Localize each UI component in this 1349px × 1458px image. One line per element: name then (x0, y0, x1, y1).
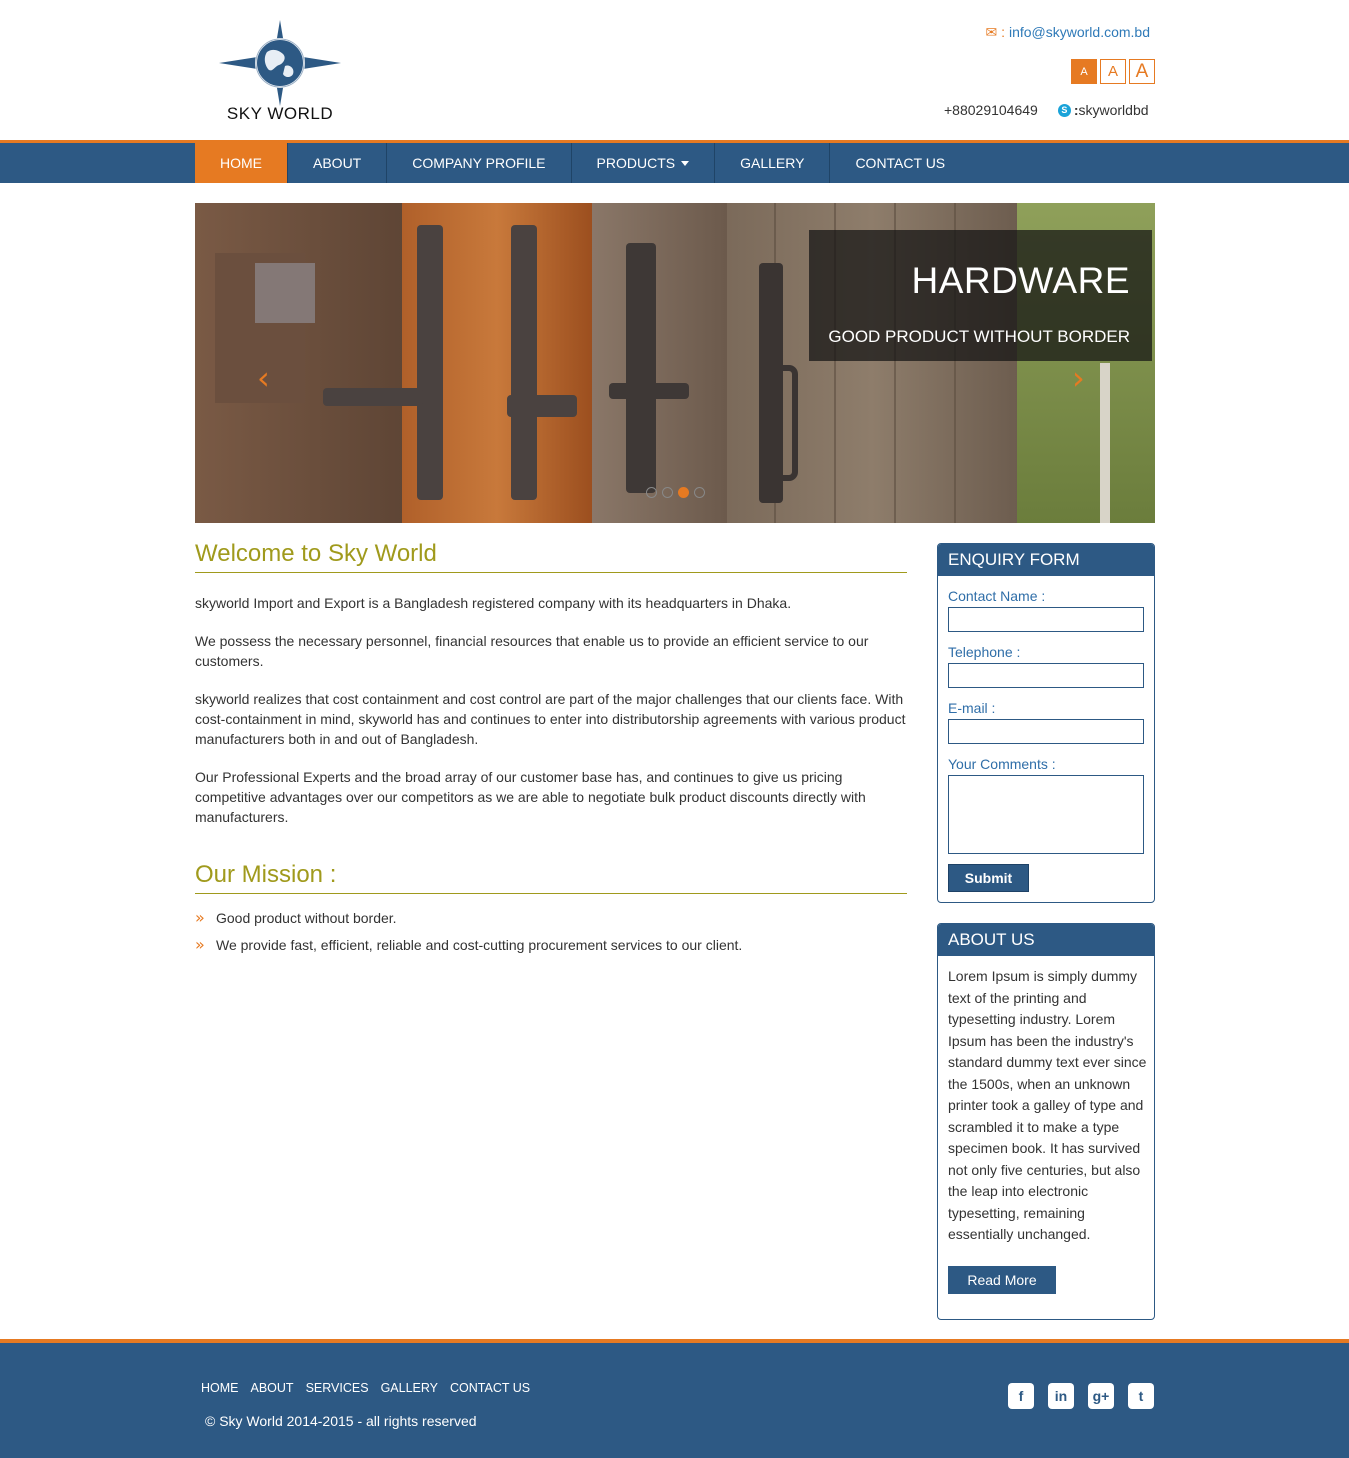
site-footer: HOME ABOUT SERVICES GALLERY CONTACT US ©… (0, 1339, 1349, 1458)
comments-textarea[interactable] (948, 775, 1144, 854)
social-links: f in g+ t (1008, 1383, 1154, 1409)
logo[interactable]: SKY WORLD (215, 18, 345, 128)
nav-products-label: PRODUCTS (596, 155, 676, 171)
email-input[interactable] (948, 719, 1144, 744)
slide-dot[interactable] (662, 487, 673, 498)
mission-item: » We provide fast, efficient, reliable a… (195, 935, 743, 954)
nav-home[interactable]: HOME (195, 143, 288, 183)
logo-text: SKY WORLD (226, 104, 334, 123)
font-size-large-button[interactable]: A (1129, 59, 1155, 84)
hero-slider: HARDWARE GOOD PRODUCT WITHOUT BORDER ‹ › (195, 203, 1155, 523)
mission-list: » Good product without border. » We prov… (195, 908, 907, 955)
twitter-icon[interactable]: t (1128, 1383, 1154, 1409)
skype-username: skyworldbd (1078, 102, 1149, 118)
about-us-text: Lorem Ipsum is simply dummy text of the … (948, 968, 1147, 1242)
about-us-title: ABOUT US (938, 924, 1154, 956)
about-us-panel: ABOUT US Lorem Ipsum is simply dummy tex… (937, 923, 1155, 1320)
telephone-input[interactable] (948, 663, 1144, 688)
font-size-medium-button[interactable]: A (1100, 59, 1126, 84)
footer-nav-home[interactable]: HOME (201, 1381, 239, 1395)
email-link[interactable]: info@skyworld.com.bd (1009, 24, 1150, 40)
slide-caption: HARDWARE GOOD PRODUCT WITHOUT BORDER (809, 230, 1152, 361)
phone-number: +88029104649 (944, 102, 1038, 118)
linkedin-icon[interactable]: in (1048, 1383, 1074, 1409)
mission-title: Our Mission : (195, 861, 907, 894)
slide-dot-active[interactable] (678, 487, 689, 498)
nav-products[interactable]: PRODUCTS (572, 143, 716, 183)
footer-nav: HOME ABOUT SERVICES GALLERY CONTACT US (201, 1381, 530, 1395)
slide-dot[interactable] (646, 487, 657, 498)
copyright-text: © Sky World 2014-2015 - all rights reser… (205, 1413, 477, 1429)
footer-nav-contact-us[interactable]: CONTACT US (450, 1381, 530, 1395)
compass-globe-icon (219, 20, 341, 106)
double-chevron-right-icon: » (195, 935, 205, 954)
contact-name-input[interactable] (948, 607, 1144, 632)
mission-item: » Good product without border. (195, 908, 397, 927)
main-content: Welcome to Sky World skyworld Import and… (195, 540, 907, 962)
slide-title: HARDWARE (911, 260, 1130, 301)
telephone-label: Telephone : (948, 644, 1021, 660)
font-size-small-button[interactable]: A (1071, 59, 1097, 84)
envelope-icon: ✉ (985, 24, 998, 40)
facebook-icon[interactable]: f (1008, 1383, 1034, 1409)
footer-nav-about[interactable]: ABOUT (251, 1381, 294, 1395)
header-email: ✉ : info@skyworld.com.bd (985, 24, 1150, 40)
welcome-title: Welcome to Sky World (195, 540, 907, 573)
email-label: E-mail : (948, 700, 996, 716)
read-more-button[interactable]: Read More (948, 1266, 1056, 1294)
enquiry-form-panel: ENQUIRY FORM Contact Name : Telephone : … (937, 543, 1155, 903)
enquiry-form-title: ENQUIRY FORM (938, 544, 1154, 576)
nav-company-profile[interactable]: COMPANY PROFILE (387, 143, 572, 183)
footer-nav-services[interactable]: SERVICES (306, 1381, 369, 1395)
skype-icon: S (1057, 103, 1071, 117)
welcome-paragraph: Our Professional Experts and the broad a… (195, 769, 866, 825)
welcome-paragraph: We possess the necessary personnel, fina… (195, 633, 869, 669)
slide-indicators (646, 487, 705, 498)
welcome-paragraph: skyworld realizes that cost containment … (195, 691, 906, 747)
header-contact: +88029104649 S : skyworldbd (944, 102, 1149, 118)
main-nav: HOME ABOUT COMPANY PROFILE PRODUCTS GALL… (195, 143, 970, 183)
caret-down-icon (681, 160, 690, 166)
site-header: SKY WORLD ✉ : info@skyworld.com.bd A A A… (0, 0, 1349, 140)
page: SKY WORLD ✉ : info@skyworld.com.bd A A A… (0, 0, 1349, 1458)
chevron-right-icon[interactable]: › (1072, 359, 1085, 397)
nav-about[interactable]: ABOUT (288, 143, 388, 183)
chevron-left-icon[interactable]: ‹ (257, 359, 270, 397)
double-chevron-right-icon: » (195, 908, 205, 927)
welcome-paragraph: skyworld Import and Export is a Banglade… (195, 595, 792, 611)
google-plus-icon[interactable]: g+ (1088, 1383, 1114, 1409)
slide-subtitle: GOOD PRODUCT WITHOUT BORDER (828, 327, 1130, 346)
footer-nav-gallery[interactable]: GALLERY (381, 1381, 438, 1395)
contact-name-label: Contact Name : (948, 588, 1046, 604)
font-size-controls: A A A (1071, 59, 1155, 84)
slide-dot[interactable] (694, 487, 705, 498)
nav-contact-us[interactable]: CONTACT US (830, 143, 970, 183)
comments-label: Your Comments : (948, 756, 1056, 772)
nav-gallery[interactable]: GALLERY (715, 143, 831, 183)
submit-button[interactable]: Submit (948, 864, 1029, 892)
main-navbar: HOME ABOUT COMPANY PROFILE PRODUCTS GALL… (0, 140, 1349, 183)
